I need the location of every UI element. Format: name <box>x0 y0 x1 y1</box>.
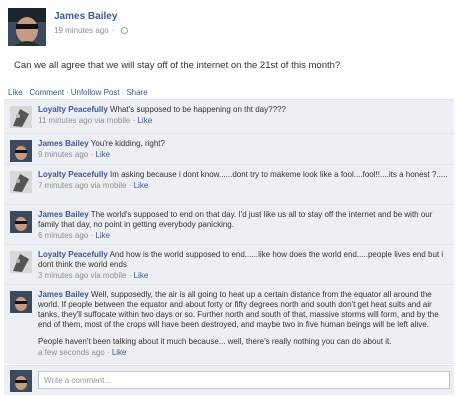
comment-body: James Bailey The world's supposed to end… <box>38 210 448 241</box>
comment-text: Im asking because i dont know......dont … <box>110 170 448 179</box>
profile-photo-icon <box>10 370 32 392</box>
avatar[interactable] <box>10 291 32 313</box>
comment-input[interactable] <box>38 371 450 389</box>
like-button[interactable]: Like <box>8 88 23 97</box>
profile-photo-icon <box>10 291 32 313</box>
unfollow-post-button[interactable]: Unfollow Post <box>71 88 120 97</box>
comment-author-name[interactable]: Loyalty Peacefully <box>38 170 108 179</box>
comment-like-button[interactable]: Like <box>134 271 149 280</box>
post-author-name[interactable]: James Bailey <box>54 11 117 22</box>
profile-photo-icon <box>10 106 32 128</box>
comment-like-button[interactable]: Like <box>95 231 110 240</box>
avatar[interactable] <box>10 251 32 273</box>
avatar[interactable] <box>10 140 32 162</box>
list-item: James Bailey The world's supposed to end… <box>4 204 454 244</box>
avatar[interactable] <box>10 106 32 128</box>
comment-text: The world's supposed to end on that day.… <box>38 210 433 229</box>
profile-photo-icon <box>10 211 32 233</box>
comment-meta: 9 minutes ago · Like <box>38 150 111 159</box>
share-button[interactable]: Share <box>126 88 147 97</box>
comment-body: Loyalty Peacefully Im asking because i d… <box>38 170 448 191</box>
comment-button[interactable]: Comment <box>29 88 64 97</box>
comment-timestamp[interactable]: 3 minutes ago via mobile <box>38 271 127 280</box>
comment-author-name[interactable]: Loyalty Peacefully <box>38 250 108 259</box>
comment-author-name[interactable]: James Bailey <box>38 290 89 299</box>
audience-globe-icon[interactable] <box>121 27 129 34</box>
comment-like-button[interactable]: Like <box>95 150 110 159</box>
post-action-bar: Like · Comment · Unfollow Post · Share <box>8 88 148 97</box>
comment-timestamp[interactable]: 9 minutes ago <box>38 150 88 159</box>
comment-timestamp[interactable]: a few seconds ago <box>38 348 105 357</box>
comment-like-button[interactable]: Like <box>134 181 149 190</box>
comment-body: Loyalty Peacefully What's supposed to be… <box>38 105 448 126</box>
comment-timestamp[interactable]: 7 minutes ago via mobile <box>38 181 127 190</box>
profile-photo-icon <box>10 171 32 193</box>
post-meta: 19 minutes ago · <box>54 26 129 35</box>
comment-text-paragraph: People haven't been talking about it muc… <box>38 337 392 346</box>
comment-meta: a few seconds ago · Like <box>38 348 127 357</box>
comment-composer <box>4 365 454 395</box>
comment-meta: 3 minutes ago via mobile · Like <box>38 271 149 280</box>
comment-text: Well, supposedly, the air is all going t… <box>38 290 439 329</box>
comment-body: James Bailey You're kidding, right? 9 mi… <box>38 139 448 160</box>
post-timestamp[interactable]: 19 minutes ago <box>54 26 109 35</box>
list-item: Loyalty Peacefully Im asking because i d… <box>4 164 454 204</box>
avatar[interactable] <box>10 370 32 392</box>
comment-meta: 11 minutes ago via mobile · Like <box>38 116 153 125</box>
profile-photo-icon <box>10 251 32 273</box>
profile-photo-icon <box>10 140 32 162</box>
comment-author-name[interactable]: James Bailey <box>38 139 89 148</box>
comment-body: James Bailey Well, supposedly, the air i… <box>38 290 448 358</box>
list-item: Loyalty Peacefully And how is the world … <box>4 244 454 284</box>
list-item: Loyalty Peacefully What's supposed to be… <box>4 99 454 133</box>
comment-text: What's supposed to be happening on tht d… <box>110 105 286 114</box>
comment-like-button[interactable]: Like <box>112 348 127 357</box>
comment-text: You're kidding, right? <box>90 139 165 148</box>
avatar[interactable] <box>10 211 32 233</box>
comment-author-name[interactable]: Loyalty Peacefully <box>38 105 108 114</box>
post-text: Can we all agree that we will stay off o… <box>14 60 341 71</box>
comment-author-name[interactable]: James Bailey <box>38 210 89 219</box>
comment-body: Loyalty Peacefully And how is the world … <box>38 250 448 281</box>
list-item: James Bailey You're kidding, right? 9 mi… <box>4 133 454 164</box>
comment-meta: 7 minutes ago via mobile · Like <box>38 181 149 190</box>
comment-meta: 6 minutes ago · Like <box>38 231 111 240</box>
profile-photo-icon <box>8 8 46 46</box>
avatar[interactable] <box>8 8 46 46</box>
avatar[interactable] <box>10 171 32 193</box>
comment-like-button[interactable]: Like <box>137 116 152 125</box>
post-header: James Bailey 19 minutes ago · <box>8 8 448 48</box>
list-item: James Bailey Well, supposedly, the air i… <box>4 284 454 364</box>
comment-timestamp[interactable]: 6 minutes ago <box>38 231 88 240</box>
comment-timestamp[interactable]: 11 minutes ago via mobile <box>38 116 130 125</box>
